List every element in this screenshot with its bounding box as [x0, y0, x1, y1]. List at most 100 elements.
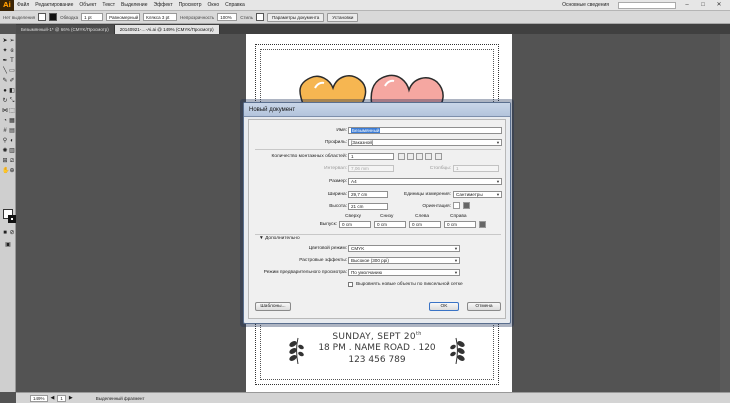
height-label: Высота:	[329, 204, 347, 209]
bleed-left-input[interactable]: 0 cm	[409, 221, 441, 228]
gradient-tool-icon[interactable]: ▤	[9, 128, 15, 134]
right-to-left-icon[interactable]	[435, 153, 442, 160]
color-mode-select[interactable]: CMYK ▼	[348, 245, 460, 252]
grid-by-column-icon[interactable]	[407, 153, 414, 160]
menu-edit[interactable]: Редактирование	[32, 2, 76, 8]
columns-input[interactable]: 1	[453, 165, 499, 172]
arrange-by-row-icon[interactable]	[416, 153, 423, 160]
none-mode-icon[interactable]: ⊘	[9, 230, 15, 236]
stroke-swatch[interactable]	[49, 13, 58, 21]
document-setup-button[interactable]: Параметры документа	[267, 12, 325, 22]
interval-input[interactable]: 7,06 mm	[348, 165, 394, 172]
chevron-down-icon: ▼	[496, 179, 500, 184]
menu-object[interactable]: Объект	[76, 2, 99, 8]
stroke-label[interactable]: Обводка	[60, 15, 78, 20]
zoom-field[interactable]: 149%	[30, 394, 48, 402]
units-select[interactable]: Сантиметры ▼	[453, 191, 502, 198]
menu-window[interactable]: Окно	[205, 2, 223, 8]
landscape-orientation-icon[interactable]	[463, 202, 470, 209]
graphic-style-swatch[interactable]	[256, 13, 265, 21]
menu-effect[interactable]: Эффект	[151, 2, 176, 8]
stroke-color-icon[interactable]	[8, 215, 16, 223]
fill-swatch[interactable]	[38, 13, 47, 21]
status-bar: 149% ◀ 1 ▶ Выделенный фрагмент	[16, 392, 730, 403]
opacity-label[interactable]: Непрозрачность	[180, 15, 214, 20]
preferences-button[interactable]: Установки	[327, 12, 359, 22]
eyedropper-icon[interactable]: ⚲	[2, 138, 8, 144]
raster-effects-select[interactable]: Высокое (300 ppi) ▼	[348, 257, 460, 264]
bleed-bottom-input[interactable]: 0 cm	[374, 221, 406, 228]
artboard-tool-icon[interactable]: ⊞	[2, 158, 8, 164]
pencil-icon[interactable]: ✐	[9, 78, 15, 84]
shape-builder-icon[interactable]: ◔	[2, 118, 8, 124]
grid-by-row-icon[interactable]	[398, 153, 405, 160]
opacity-field[interactable]: 100%	[217, 13, 238, 21]
menu-select[interactable]: Выделение	[118, 2, 151, 8]
lasso-icon[interactable]: ɞ	[9, 48, 15, 54]
artboards-input[interactable]: 1	[348, 153, 394, 160]
vertical-scrollbar[interactable]	[720, 34, 730, 392]
menu-bar: Ai Файл Редактирование Объект Текст Выде…	[0, 0, 730, 11]
tab-untitled[interactable]: Безымянный-1* @ 66% (CMYK/Просмотр)	[16, 25, 115, 34]
screen-mode-icon[interactable]: ▣	[5, 242, 11, 248]
profile-select[interactable]: [Заказной] ▼	[348, 139, 502, 146]
help-search-input[interactable]	[618, 1, 676, 9]
artboard-number-field[interactable]: 1	[57, 394, 66, 402]
minimize-icon[interactable]: –	[682, 1, 692, 9]
color-mode-icon[interactable]: ■	[2, 230, 8, 236]
paintbrush-icon[interactable]: ✎	[2, 78, 8, 84]
templates-button[interactable]: Шаблоны...	[255, 302, 291, 311]
tab-active-document[interactable]: 20140921-…-Ai.ai @ 149% (CMYK/Просмотр)	[114, 25, 220, 34]
name-input-value: Безымянный	[351, 128, 381, 133]
magic-wand-icon[interactable]: ✦	[2, 48, 8, 54]
menu-view[interactable]: Просмотр	[176, 2, 205, 8]
scale-tool-icon[interactable]: ⤡	[9, 98, 15, 104]
pen-tool-icon[interactable]: ✒	[2, 58, 8, 64]
advanced-toggle[interactable]: ▼ Дополнительно	[259, 236, 300, 241]
stroke-weight-field[interactable]: 1 pt	[81, 13, 104, 21]
menu-type[interactable]: Текст	[99, 2, 118, 8]
free-transform-icon[interactable]: ⬚	[9, 108, 15, 114]
blend-tool-icon[interactable]: ◐	[9, 138, 15, 144]
menu-help[interactable]: Справка	[222, 2, 248, 8]
size-select[interactable]: A4 ▼	[348, 178, 502, 185]
perspective-grid-icon[interactable]: ▦	[9, 118, 15, 124]
blob-brush-icon[interactable]: ●	[2, 88, 8, 94]
next-artboard-icon[interactable]: ▶	[69, 395, 73, 401]
close-icon[interactable]: ✕	[714, 1, 724, 9]
hand-tool-icon[interactable]: ✋	[2, 168, 9, 174]
rectangle-tool-icon[interactable]: ▭	[9, 68, 15, 74]
pixel-grid-checkbox[interactable]	[348, 282, 353, 287]
ok-button[interactable]: OK	[429, 302, 459, 311]
portrait-orientation-icon[interactable]	[453, 202, 460, 209]
width-tool-icon[interactable]: ⋈	[2, 108, 8, 114]
workspace-switcher[interactable]: Основные сведения	[559, 2, 612, 8]
menu-file[interactable]: Файл	[14, 2, 32, 8]
bleed-top-input[interactable]: 0 cm	[339, 221, 371, 228]
preview-mode-select[interactable]: По умолчанию ▼	[348, 269, 460, 276]
symbol-sprayer-icon[interactable]: ✺	[2, 148, 8, 154]
direct-selection-tool-icon[interactable]: ➢	[9, 38, 15, 44]
cancel-button[interactable]: Отмена	[467, 302, 501, 311]
maximize-icon[interactable]: □	[698, 1, 708, 9]
selection-tool-icon[interactable]: ➤	[2, 38, 8, 44]
prev-artboard-icon[interactable]: ◀	[51, 395, 55, 401]
mesh-tool-icon[interactable]: #	[2, 128, 8, 134]
brush-definition[interactable]: Клякса 3 pt	[143, 13, 178, 21]
width-input[interactable]: 29,7 cm	[348, 191, 388, 198]
slice-tool-icon[interactable]: ⧄	[9, 158, 15, 164]
height-input[interactable]: 21 cm	[348, 203, 388, 210]
rotate-tool-icon[interactable]: ↻	[2, 98, 8, 104]
dialog-title[interactable]: Новый документ	[244, 103, 510, 117]
graph-tool-icon[interactable]: ▥	[9, 148, 15, 154]
variable-width-profile[interactable]: Равномерный	[106, 13, 141, 21]
bleed-left-label: Слева	[415, 214, 430, 219]
arrange-by-column-icon[interactable]	[425, 153, 432, 160]
zoom-tool-icon[interactable]: ⊕	[9, 168, 15, 174]
line-tool-icon[interactable]: ╲	[2, 68, 8, 74]
bleed-right-input[interactable]: 0 cm	[444, 221, 476, 228]
type-tool-icon[interactable]: T	[9, 58, 15, 64]
name-input[interactable]: Безымянный	[348, 127, 502, 134]
eraser-icon[interactable]: ◧	[9, 88, 15, 94]
link-bleed-icon[interactable]	[479, 221, 486, 228]
